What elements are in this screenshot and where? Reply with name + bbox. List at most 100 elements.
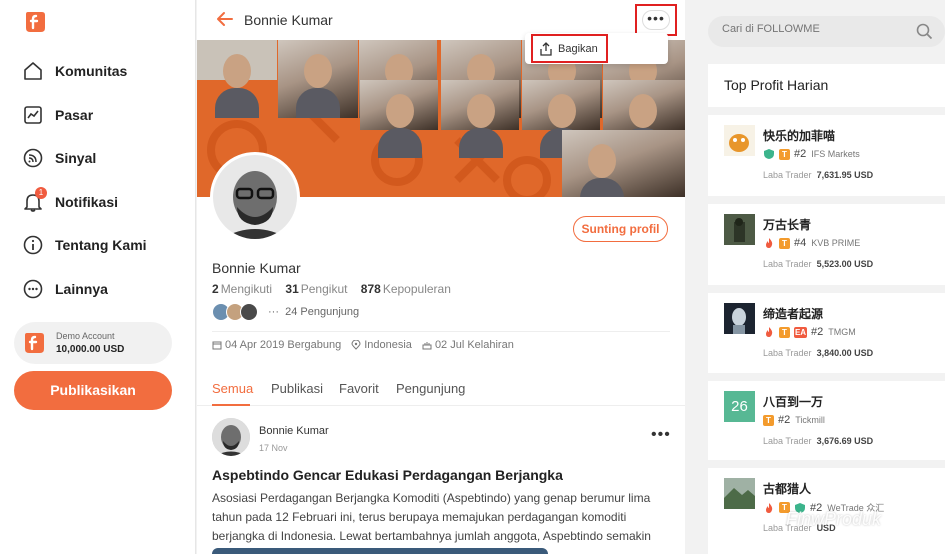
trader-tags: T #2 IFS Markets [763,148,860,160]
sidebar-item-sinyal[interactable]: Sinyal [22,144,96,172]
trader-profit: Laba Trader 3,676.69 USD [763,436,874,446]
cover-photo [278,40,358,118]
ea-badge-icon: EA [794,326,807,338]
trader-avatar [724,303,755,334]
bell-icon: 1 [22,187,47,213]
sidebar: Komunitas Pasar Sinyal 1 Notifikasi Tent… [0,0,196,554]
notification-badge: 1 [35,187,47,199]
trader-tags: T #4 KVB PRIME [763,237,860,249]
sidebar-item-pasar[interactable]: Pasar [22,101,93,129]
popularity-stat: 878 Kepopuleran [360,282,451,296]
account-balance: 10,000.00 USD [56,344,125,355]
trader-name: 古都猎人 [763,482,812,496]
chart-icon [22,104,44,126]
sidebar-item-label: Notifikasi [55,194,119,210]
sidebar-item-komunitas[interactable]: Komunitas [22,57,127,85]
profile-panel: Bonnie Kumar ••• Bagikan Sunting profil … [197,0,685,554]
visitors-row[interactable]: ··· 24 Pengunjung [212,302,359,322]
t-badge-icon: T [763,414,774,426]
profile-meta: 04 Apr 2019 Bergabung Indonesia 02 Jul K… [212,339,524,351]
post-body: Asosiasi Perdagangan Berjangka Komoditi … [212,491,651,554]
trader-avatar: 26 [724,391,755,422]
account-logo-icon [25,333,44,353]
flame-icon [766,327,773,337]
tab-favorit[interactable]: Favorit [339,381,379,396]
sidebar-item-label: Komunitas [55,63,128,79]
trader-avatar [724,125,755,156]
trader-name: 八百到一万 [763,395,824,409]
sidebar-item-notifikasi[interactable]: 1 Notifikasi [22,187,119,216]
share-label: Bagikan [558,42,598,55]
sidebar-item-tentang-kami[interactable]: Tentang Kami [22,231,147,259]
trader-profit: Laba Trader 7,631.95 USD [763,170,874,180]
ranking-item[interactable]: 古都猎人 T #2 WeTrade 众汇 Laba Trader USD [708,460,945,554]
trader-profit: Laba Trader 3,840.00 USD [763,348,874,358]
location: Indonesia [351,339,412,351]
joined-date: 04 Apr 2019 Bergabung [212,339,341,351]
sidebar-item-label: Pasar [55,107,94,123]
ranking-item[interactable]: 快乐的加菲喵 T #2 IFS Markets Laba Trader 7,63… [708,107,945,196]
flame-icon [766,238,773,248]
post-date: 17 Nov [259,443,288,453]
cake-icon [422,342,432,350]
search-input[interactable] [722,23,902,35]
trader-tags: T EA #2 TMGM [763,326,856,338]
back-arrow-icon[interactable] [216,11,234,27]
active-tab-indicator [212,404,250,406]
post-title[interactable]: Aspebtindo Gencar Edukasi Perdagangan Be… [212,467,672,483]
following-stat[interactable]: 2 Mengikuti [212,282,282,296]
post-more-icon[interactable]: ••• [651,427,671,443]
top-profit-card: Top Profit Harian 快乐的加菲喵 T #2 IFS Market… [708,64,945,554]
signal-icon [22,147,44,169]
cover-photo [603,80,685,158]
account-switcher[interactable]: Demo Account 10,000.00 USD [14,322,172,364]
ranking-title: Top Profit Harian [724,77,829,93]
tab-publikasi[interactable]: Publikasi [271,381,323,396]
shield-icon [764,149,774,159]
page-title: Bonnie Kumar [244,12,333,28]
post-author-avatar[interactable] [212,418,250,456]
flame-icon [766,502,773,513]
right-column: Top Profit Harian 快乐的加菲喵 T #2 IFS Market… [708,0,945,554]
more-icon [22,278,44,300]
share-icon [540,41,552,56]
calendar-icon [212,341,222,350]
tab-pengunjung[interactable]: Pengunjung [396,381,465,396]
post-image [212,548,548,554]
trader-tags: T #2 Tickmill [763,414,825,426]
watermark: FinwProduk [786,509,882,529]
visitors-count: ··· 24 Pengunjung [268,306,360,318]
post-author[interactable]: Bonnie Kumar [259,425,329,437]
sidebar-item-label: Lainnya [55,281,108,297]
tab-semua[interactable]: Semua [212,381,253,396]
sidebar-item-label: Sinyal [55,150,97,166]
followers-stat[interactable]: 31 Pengikut [285,282,357,296]
location-pin-icon [351,340,361,350]
trader-name: 快乐的加菲喵 [763,129,836,143]
profile-tabs: Semua Publikasi Favorit Pengunjung [197,372,685,406]
search-icon[interactable] [916,23,933,40]
share-menu-item[interactable]: Bagikan [531,34,608,63]
search-bar [708,16,945,47]
profile-stats: 2 Mengikuti 31 Pengikut 878 Kepopuleran [212,282,451,296]
trader-profit: Laba Trader 5,523.00 USD [763,259,874,269]
ellipsis-icon: ••• [642,10,670,30]
publish-button[interactable]: Publikasikan [14,371,172,410]
birthday: 02 Jul Kelahiran [422,339,514,351]
cover-photo [522,80,600,158]
t-badge-icon: T [779,148,790,160]
ranking-item[interactable]: 万古长青 T #4 KVB PRIME Laba Trader 5,523.00… [708,196,945,285]
cover-photo [360,80,438,158]
account-name: Demo Account [56,331,115,341]
sidebar-item-label: Tentang Kami [55,237,147,253]
more-options-button[interactable]: ••• [635,4,677,36]
trader-name: 缔造者起源 [763,307,824,321]
profile-avatar[interactable] [210,152,300,242]
sidebar-item-lainnya[interactable]: Lainnya [22,275,108,303]
t-badge-icon: T [779,237,790,249]
followme-logo[interactable] [24,10,46,34]
edit-profile-button[interactable]: Sunting profil [573,216,668,242]
ranking-item[interactable]: 26 八百到一万 T #2 Tickmill Laba Trader 3,676… [708,373,945,460]
trader-name: 万古长青 [763,218,812,232]
ranking-item[interactable]: 缔造者起源 T EA #2 TMGM Laba Trader 3,840.00 … [708,285,945,373]
